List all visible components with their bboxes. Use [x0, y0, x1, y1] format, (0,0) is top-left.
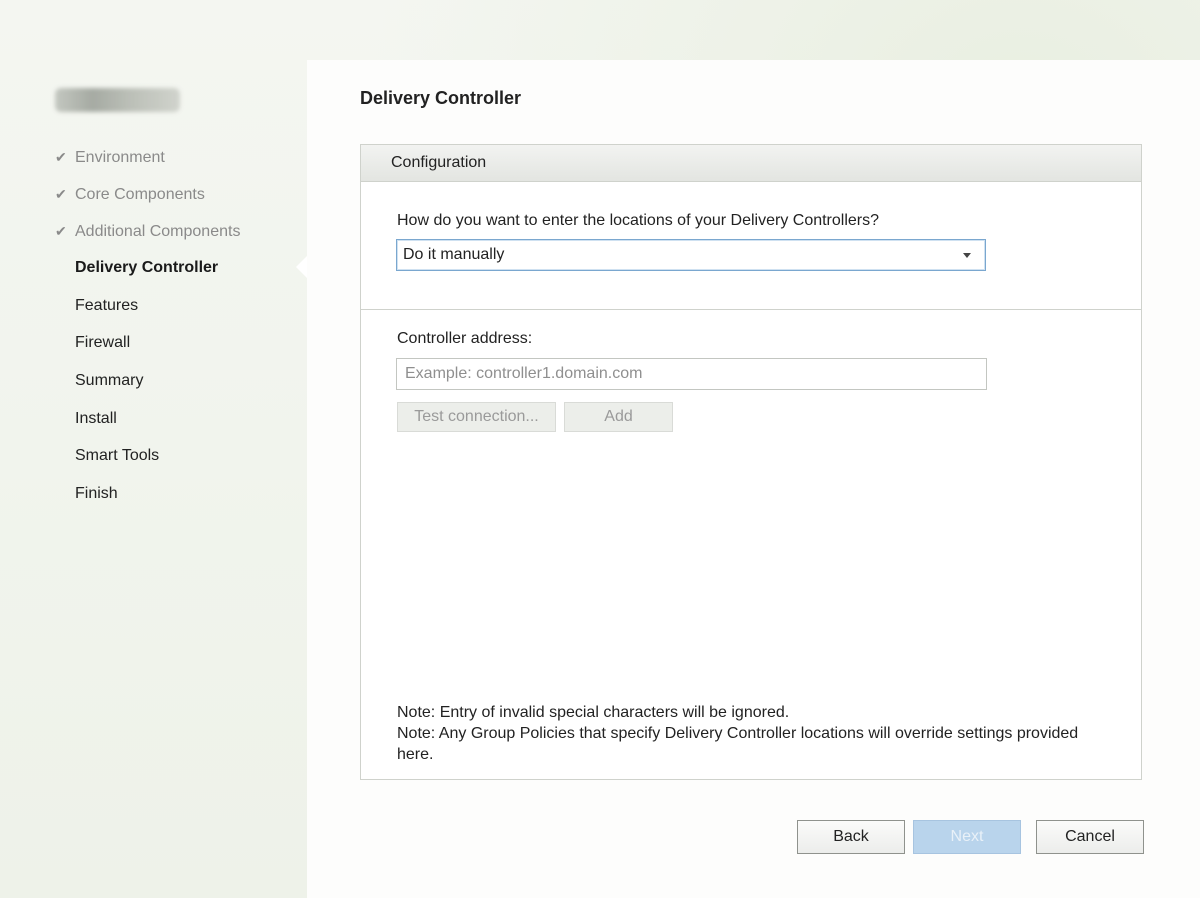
product-logo	[55, 88, 180, 112]
sidebar-item-summary: Summary	[75, 372, 144, 389]
controller-address-input[interactable]	[396, 358, 987, 390]
section-divider	[361, 309, 1141, 310]
sidebar-item-additional-components: ✔ Additional Components	[55, 220, 240, 242]
location-method-select[interactable]: Do it manually	[396, 239, 986, 271]
sidebar-item-install: Install	[75, 410, 117, 427]
cancel-button[interactable]: Cancel	[1036, 820, 1144, 854]
controller-address-label: Controller address:	[397, 330, 533, 347]
checkmark-icon: ✔	[55, 186, 67, 202]
active-step-pointer	[296, 256, 307, 278]
test-connection-button[interactable]: Test connection...	[397, 402, 556, 432]
location-method-question: How do you want to enter the locations o…	[397, 212, 880, 229]
notes: Note: Entry of invalid special character…	[397, 702, 1117, 765]
select-value: Do it manually	[403, 246, 505, 263]
back-button[interactable]: Back	[797, 820, 905, 854]
wizard-sidebar: ✔ Environment ✔ Core Components ✔ Additiona…	[0, 0, 305, 898]
sidebar-item-core-components: ✔ Core Components	[55, 183, 205, 205]
sidebar-item-delivery-controller: Delivery Controller	[75, 259, 219, 276]
checkmark-icon: ✔	[55, 149, 67, 165]
sidebar-item-environment: ✔ Environment	[55, 146, 165, 168]
sidebar-item-label: Core Components	[75, 186, 205, 203]
panel-header-label: Configuration	[391, 154, 487, 171]
sidebar-item-finish: Finish	[75, 485, 118, 502]
sidebar-item-label: Environment	[75, 149, 165, 166]
add-button[interactable]: Add	[564, 402, 673, 432]
note-invalid-characters: Note: Entry of invalid special character…	[397, 704, 790, 721]
checkmark-icon: ✔	[55, 223, 67, 239]
sidebar-item-firewall: Firewall	[75, 334, 131, 351]
panel-header: Configuration	[361, 145, 1141, 182]
sidebar-item-label: Additional Components	[75, 223, 241, 240]
note-group-policies: Note: Any Group Policies that specify De…	[397, 725, 1079, 763]
sidebar-item-features: Features	[75, 297, 139, 314]
sidebar-item-smart-tools: Smart Tools	[75, 447, 160, 464]
page-title: Delivery Controller	[360, 88, 522, 108]
next-button[interactable]: Next	[913, 820, 1021, 854]
chevron-down-icon[interactable]	[963, 253, 971, 258]
